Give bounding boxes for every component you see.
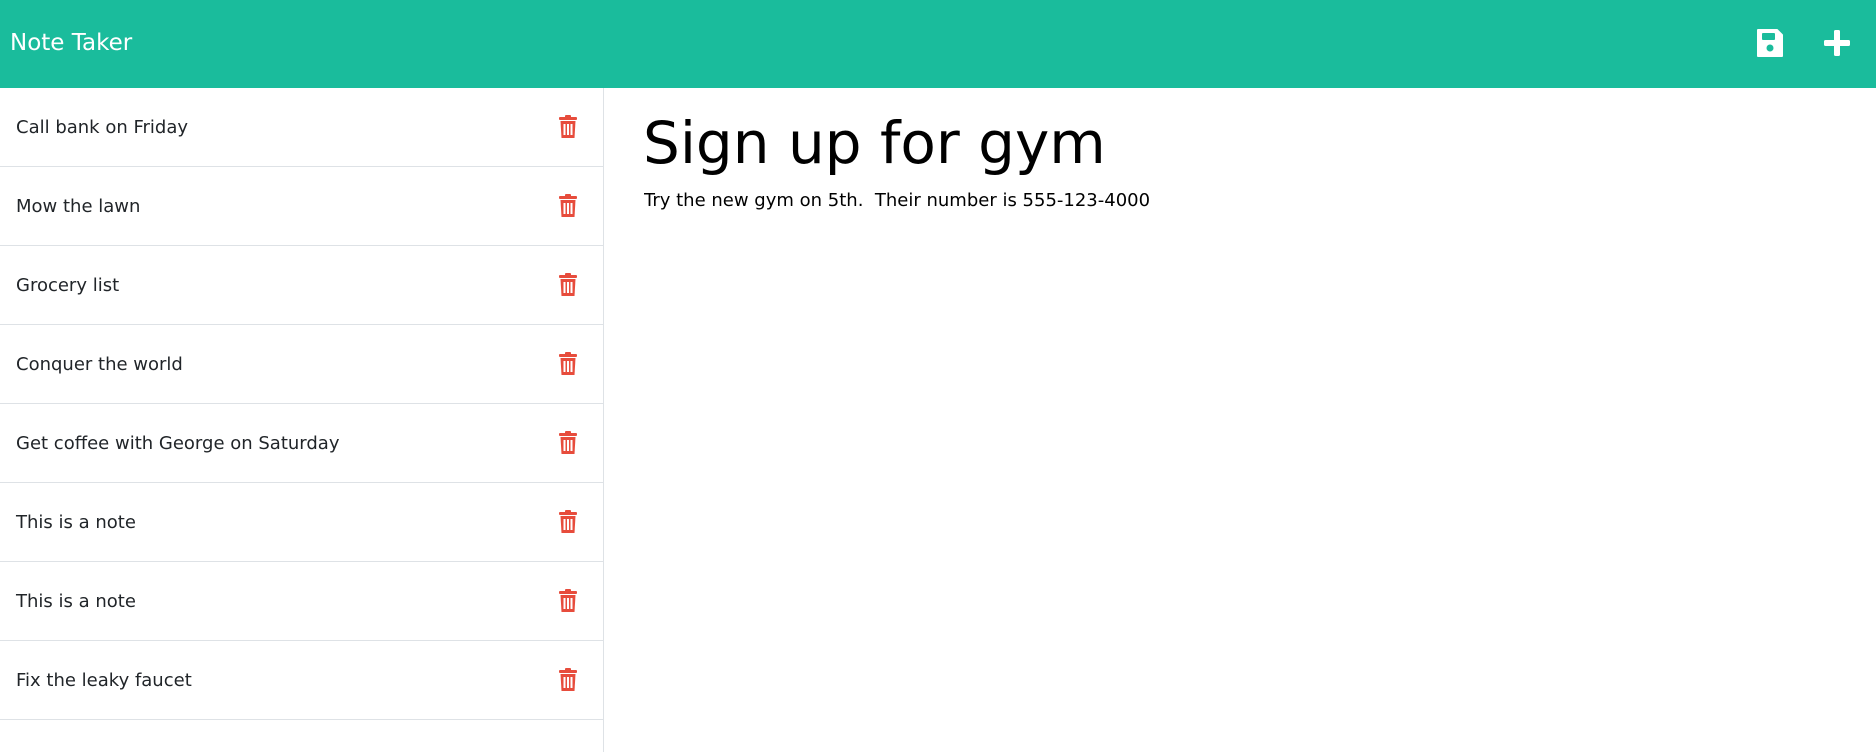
trash-icon[interactable]: [558, 510, 578, 534]
note-list-item-title: Get coffee with George on Saturday: [16, 432, 340, 454]
plus-icon[interactable]: [1820, 26, 1854, 60]
trash-icon[interactable]: [558, 115, 578, 139]
note-editor: Try the new gym on 5th. Their number is …: [605, 88, 1876, 752]
navbar: Note Taker: [0, 0, 1876, 88]
trash-icon[interactable]: [558, 589, 578, 613]
note-list-item-title: Fix the leaky faucet: [16, 669, 192, 691]
note-list: Call bank on Friday Mow the lawn Grocery…: [0, 88, 604, 752]
trash-icon[interactable]: [558, 273, 578, 297]
note-list-item[interactable]: Conquer the world: [0, 325, 603, 404]
note-text-textarea[interactable]: Try the new gym on 5th. Their number is …: [644, 188, 1824, 688]
note-list-item-title: This is a note: [16, 511, 136, 533]
note-list-item[interactable]: Get coffee with George on Saturday: [0, 404, 603, 483]
trash-icon[interactable]: [558, 668, 578, 692]
note-list-item-title: Grocery list: [16, 274, 120, 296]
note-list-item[interactable]: Fix the leaky faucet: [0, 641, 603, 720]
note-list-item[interactable]: This is a note: [0, 562, 603, 641]
note-list-item[interactable]: This is a note: [0, 483, 603, 562]
note-list-item[interactable]: Mow the lawn: [0, 167, 603, 246]
note-list-item[interactable]: Call bank on Friday: [0, 88, 603, 167]
trash-icon[interactable]: [558, 431, 578, 455]
note-list-item[interactable]: Grocery list: [0, 246, 603, 325]
save-icon[interactable]: [1753, 26, 1787, 60]
brand-title[interactable]: Note Taker: [10, 26, 132, 60]
note-list-item-title: Mow the lawn: [16, 195, 141, 217]
trash-icon[interactable]: [558, 194, 578, 218]
note-list-item-title: Call bank on Friday: [16, 116, 189, 138]
note-list-item-title: This is a note: [16, 590, 136, 612]
note-title-input[interactable]: [643, 104, 1823, 182]
trash-icon[interactable]: [558, 352, 578, 376]
note-list-item-title: Conquer the world: [16, 353, 183, 375]
